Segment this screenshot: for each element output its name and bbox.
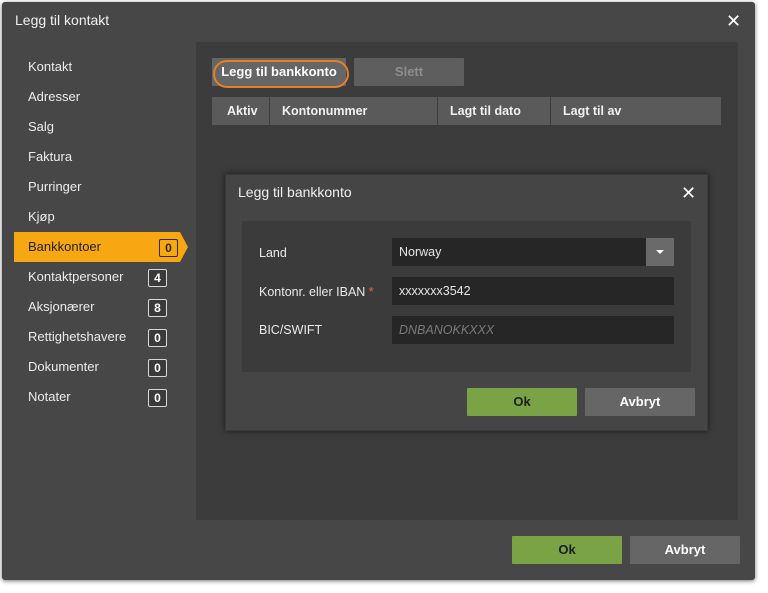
account-number-label-text: Kontonr. eller IBAN: [259, 285, 366, 299]
count-badge: 8: [148, 299, 167, 317]
add-bank-account-modal: Legg til bankkonto ✕ Land Norway Kontonr…: [225, 174, 708, 431]
table-header: Aktiv Kontonummer Lagt til dato Lagt til…: [212, 97, 721, 125]
modal-cancel-button[interactable]: Avbryt: [585, 388, 695, 416]
sidebar-item-salg[interactable]: Salg: [2, 112, 192, 142]
sidebar-item-notater[interactable]: Notater 0: [2, 382, 192, 412]
close-icon[interactable]: ✕: [681, 184, 696, 202]
sidebar-item-label: Aksjonærer: [28, 299, 95, 314]
count-badge: 4: [148, 269, 167, 287]
sidebar-item-label: Kontakt: [28, 59, 73, 74]
country-select[interactable]: Norway: [392, 238, 646, 266]
chevron-down-icon[interactable]: [646, 238, 674, 266]
column-header-aktiv[interactable]: Aktiv: [212, 97, 270, 125]
sidebar-item-label: Notater: [28, 389, 71, 404]
sidebar-item-label: Rettighetshavere: [28, 329, 127, 344]
bank-account-form: Land Norway Kontonr. eller IBAN * BIC/SW…: [242, 221, 691, 372]
required-mark: *: [368, 285, 374, 299]
cancel-button[interactable]: Avbryt: [630, 536, 740, 564]
modal-ok-button[interactable]: Ok: [467, 388, 577, 416]
sidebar-item-aksjonaerer[interactable]: Aksjonærer 8: [2, 292, 192, 322]
account-number-label: Kontonr. eller IBAN *: [259, 285, 374, 299]
sidebar-item-bankkontoer[interactable]: Bankkontoer 0: [14, 232, 188, 262]
sidebar-item-label: Bankkontoer: [28, 239, 101, 254]
column-header-kontonummer[interactable]: Kontonummer: [270, 97, 438, 125]
modal-title: Legg til bankkonto: [238, 184, 352, 200]
sidebar-item-label: Faktura: [28, 149, 73, 164]
sidebar-item-adresser[interactable]: Adresser: [2, 82, 192, 112]
sidebar-item-label: Purringer: [28, 179, 82, 194]
sidebar-item-purringer[interactable]: Purringer: [2, 172, 192, 202]
sidebar-item-label: Kontaktpersoner: [28, 269, 124, 284]
bic-swift-label: BIC/SWIFT: [259, 323, 323, 337]
count-badge: 0: [148, 329, 167, 347]
column-header-lagt-til-av[interactable]: Lagt til av: [551, 97, 721, 125]
add-bank-account-button[interactable]: Legg til bankkonto: [212, 58, 346, 86]
sidebar-item-faktura[interactable]: Faktura: [2, 142, 192, 172]
count-badge: 0: [148, 359, 167, 377]
ok-button[interactable]: Ok: [512, 536, 622, 564]
sidebar-item-label: Adresser: [28, 89, 81, 104]
delete-button[interactable]: Slett: [354, 58, 464, 86]
column-header-lagt-til-dato[interactable]: Lagt til dato: [438, 97, 551, 125]
dialog-title: Legg til kontakt: [15, 12, 110, 28]
bic-swift-input[interactable]: [392, 316, 674, 344]
sidebar-item-label: Salg: [28, 119, 55, 134]
sidebar: Kontakt Adresser Salg Faktura Purringer …: [2, 52, 192, 412]
sidebar-item-kontakt[interactable]: Kontakt: [2, 52, 192, 82]
sidebar-item-dokumenter[interactable]: Dokumenter 0: [2, 352, 192, 382]
count-badge: 0: [148, 389, 167, 407]
account-number-input[interactable]: [392, 277, 674, 305]
sidebar-item-kjop[interactable]: Kjøp: [2, 202, 192, 232]
sidebar-item-label: Kjøp: [28, 209, 55, 224]
count-badge: 0: [159, 239, 178, 257]
country-label: Land: [259, 246, 287, 260]
sidebar-item-kontaktpersoner[interactable]: Kontaktpersoner 4: [2, 262, 192, 292]
sidebar-item-label: Dokumenter: [28, 359, 99, 374]
close-icon[interactable]: ✕: [726, 12, 741, 30]
sidebar-item-rettighetshavere[interactable]: Rettighetshavere 0: [2, 322, 192, 352]
